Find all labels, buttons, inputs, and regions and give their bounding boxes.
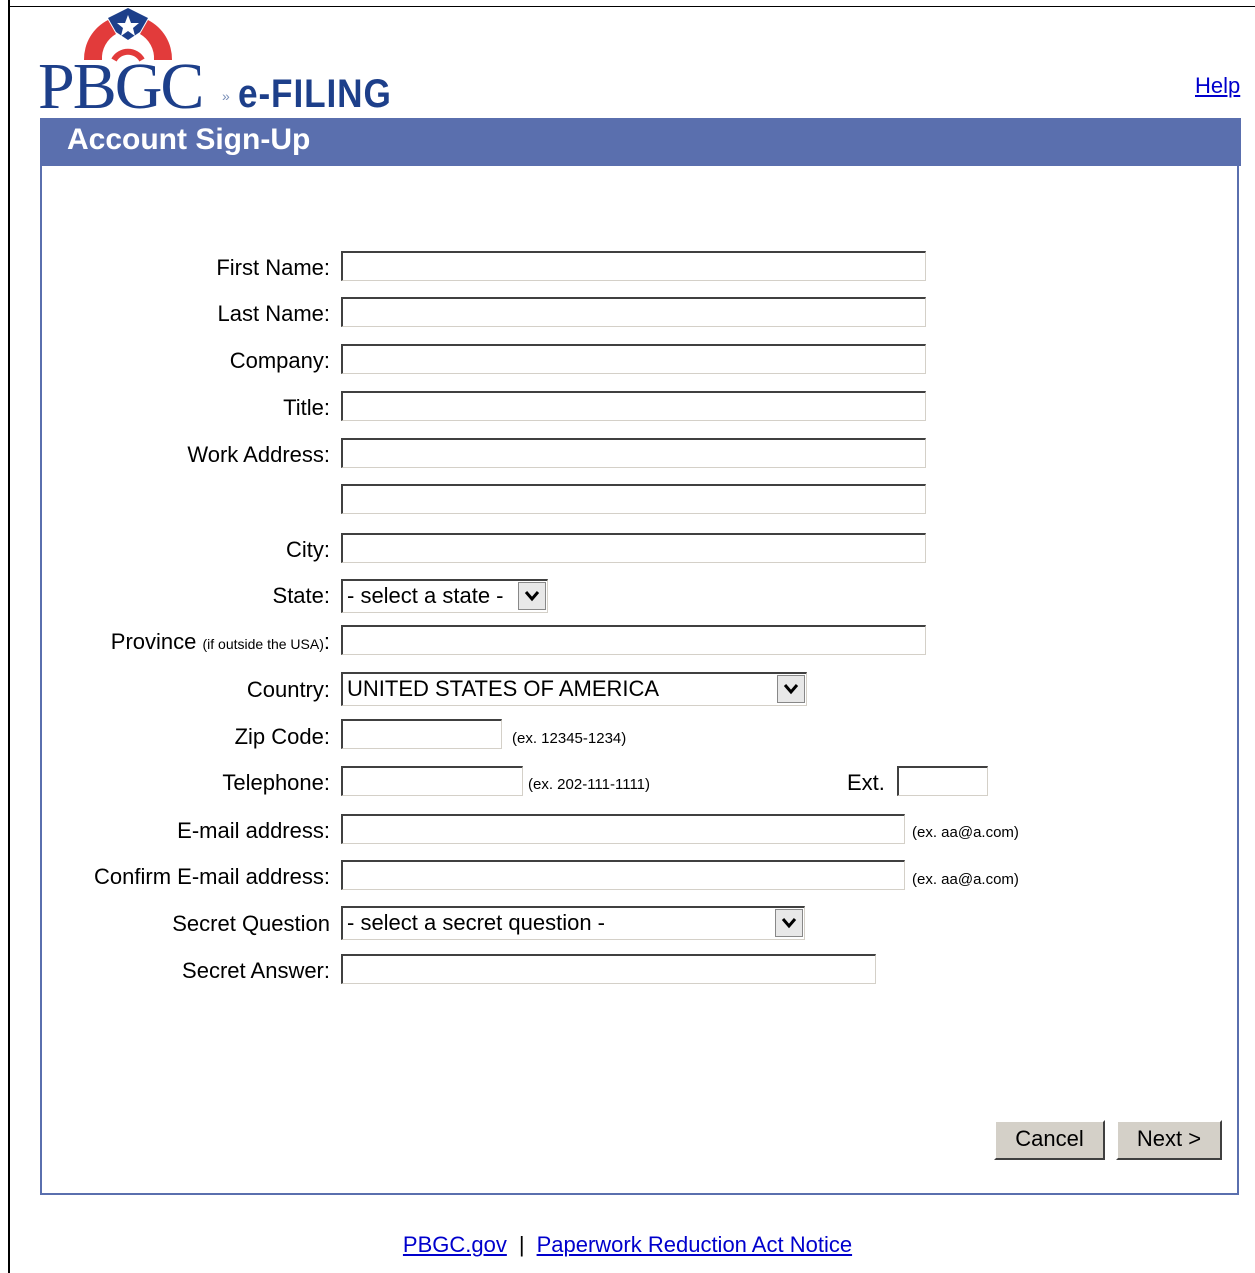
zip-code-hint: (ex. 12345-1234) (512, 730, 627, 747)
next-button[interactable]: Next > (1116, 1120, 1222, 1160)
zip-code-input[interactable] (341, 719, 502, 749)
pbgc-logo: PBGC » e-FILING PORTAL (38, 8, 558, 164)
province-label-text: Province (110, 629, 197, 654)
secret-question-label: Secret Question (172, 911, 330, 936)
work-address-line2-input[interactable] (341, 484, 926, 514)
email-hint: (ex. aa@a.com) (912, 824, 1019, 841)
first-name-input[interactable] (341, 251, 926, 281)
work-address-line1-input[interactable] (341, 438, 926, 468)
cancel-button[interactable]: Cancel (994, 1120, 1105, 1160)
email-input[interactable] (341, 814, 905, 844)
page-border (8, 0, 10, 1273)
first-name-label: First Name: (216, 255, 330, 280)
country-selected-value: UNITED STATES OF AMERICA (347, 676, 660, 701)
secret-question-select[interactable]: - select a secret question - (341, 906, 805, 940)
city-label: City: (286, 537, 330, 562)
paperwork-reduction-act-link[interactable]: Paperwork Reduction Act Notice (537, 1232, 853, 1257)
province-note: (if outside the USA) (202, 636, 324, 652)
telephone-input[interactable] (341, 766, 523, 796)
city-input[interactable] (341, 533, 926, 563)
state-selected-value: - select a state - (347, 583, 504, 608)
footer-separator: | (518, 1232, 525, 1257)
pbgc-gov-link[interactable]: PBGC.gov (403, 1232, 507, 1257)
logo-separator: » (222, 88, 230, 104)
extension-label: Ext. (847, 770, 885, 795)
chevron-down-icon[interactable] (775, 909, 803, 937)
country-label: Country: (246, 677, 330, 702)
last-name-label: Last Name: (217, 301, 331, 326)
province-label: Province (if outside the USA): (111, 629, 330, 655)
chevron-down-icon[interactable] (518, 582, 546, 610)
last-name-input[interactable] (341, 297, 926, 327)
title-input[interactable] (341, 391, 926, 421)
chevron-down-icon[interactable] (777, 675, 805, 703)
zip-code-label: Zip Code: (234, 724, 330, 749)
state-select[interactable]: - select a state - (341, 579, 548, 613)
email-label: E-mail address: (177, 818, 330, 843)
secret-question-selected-value: - select a secret question - (347, 910, 606, 935)
page-title: Account Sign-Up (67, 123, 311, 156)
confirm-email-hint: (ex. aa@a.com) (912, 871, 1019, 888)
secret-answer-label: Secret Answer: (182, 958, 330, 983)
confirm-email-label: Confirm E-mail address: (94, 864, 330, 889)
confirm-email-input[interactable] (341, 860, 905, 890)
footer: PBGC.gov | Paperwork Reduction Act Notice (0, 1232, 1255, 1258)
extension-input[interactable] (897, 766, 988, 796)
title-label: Title: (283, 395, 330, 420)
page-border-top (8, 6, 1255, 7)
province-input[interactable] (341, 625, 926, 655)
logo-pbgc-text: PBGC (38, 50, 204, 123)
state-label: State: (272, 583, 330, 608)
panel-header: Account Sign-Up (40, 118, 1241, 166)
country-select[interactable]: UNITED STATES OF AMERICA (341, 672, 807, 706)
province-label-colon: : (323, 629, 330, 654)
secret-answer-input[interactable] (341, 954, 876, 984)
company-input[interactable] (341, 344, 926, 374)
company-label: Company: (229, 348, 330, 373)
work-address-label: Work Address: (187, 442, 330, 467)
help-link[interactable]: Help (1195, 73, 1240, 99)
telephone-label: Telephone: (222, 770, 330, 795)
telephone-hint: (ex. 202-111-1111) (528, 776, 651, 793)
